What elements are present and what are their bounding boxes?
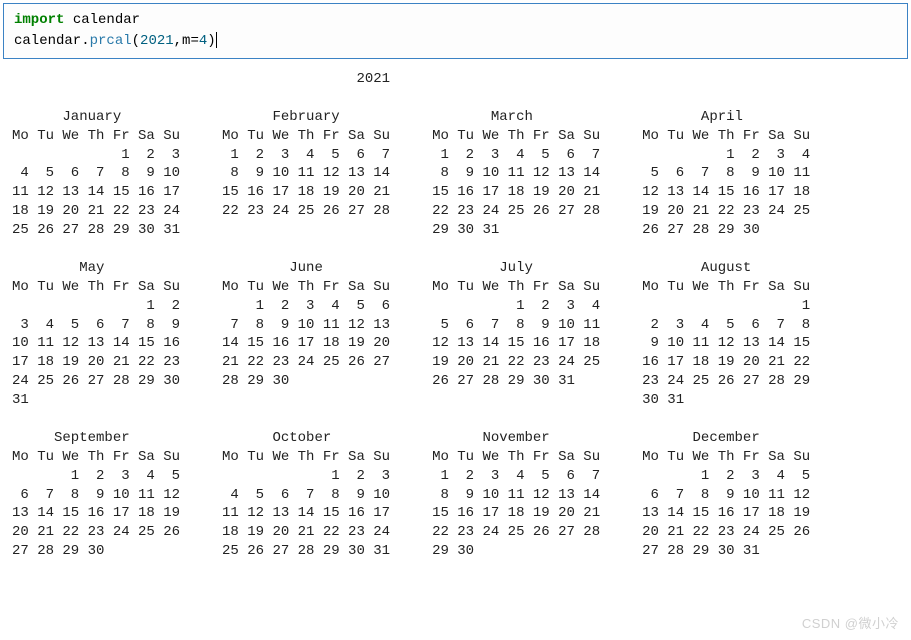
code-text: ,m= bbox=[174, 33, 199, 49]
paren: ( bbox=[132, 33, 140, 49]
code-line-1: import calendar bbox=[14, 10, 897, 31]
watermark-text: CSDN @微小冷 bbox=[802, 613, 899, 632]
code-text: calendar bbox=[64, 12, 140, 28]
code-text: calendar. bbox=[14, 33, 90, 49]
code-cell[interactable]: import calendar calendar.prcal(2021,m=4) bbox=[3, 3, 908, 59]
paren: ) bbox=[207, 33, 215, 49]
cursor-icon bbox=[216, 32, 217, 48]
calendar-output: 2021 January February March April Mo Tu … bbox=[0, 62, 911, 569]
code-line-2: calendar.prcal(2021,m=4) bbox=[14, 31, 897, 52]
keyword-import: import bbox=[14, 12, 64, 28]
function-name: prcal bbox=[90, 33, 132, 49]
number-arg: 2021 bbox=[140, 33, 174, 49]
